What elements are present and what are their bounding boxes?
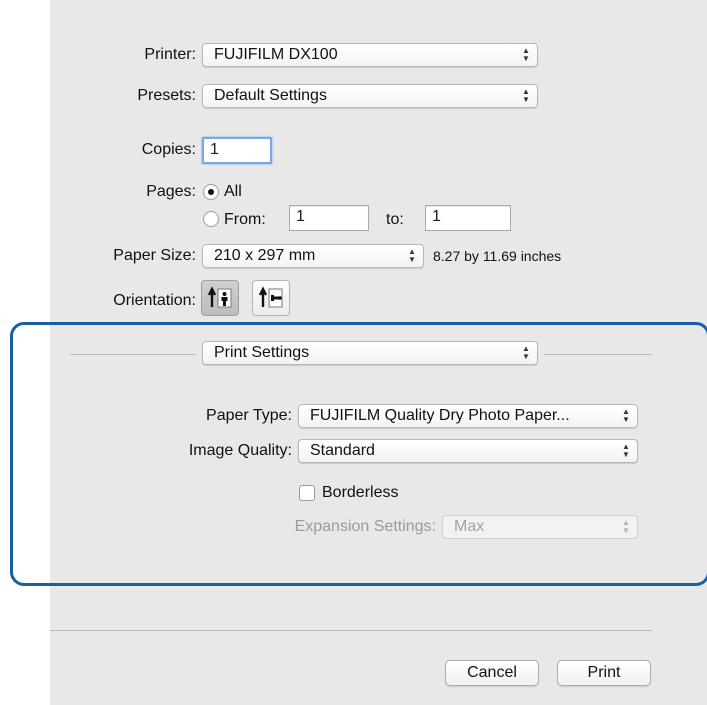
paper-type-value: FUJIFILM Quality Dry Photo Paper...	[310, 407, 570, 424]
expansion-settings-value: Max	[454, 518, 485, 535]
pages-to-label: to:	[386, 211, 404, 228]
pages-from-radio[interactable]	[203, 211, 219, 227]
print-settings-value: Print Settings	[214, 344, 310, 361]
image-quality-label: Image Quality:	[188, 442, 292, 459]
updown-arrows-icon: ▲ ▼	[408, 247, 416, 264]
paper-type-popup[interactable]: FUJIFILM Quality Dry Photo Paper... ▲ ▼	[298, 404, 638, 428]
section-separator-right	[544, 354, 652, 355]
pages-to-field[interactable]: 1	[425, 205, 511, 231]
copies-label: Copies:	[141, 141, 196, 158]
print-settings-popup[interactable]: Print Settings ▲ ▼	[202, 341, 538, 365]
printer-popup[interactable]: FUJIFILM DX100 ▲ ▼	[202, 43, 538, 67]
orientation-portrait-button[interactable]	[201, 280, 239, 316]
pages-from-label: From:	[224, 211, 266, 228]
expansion-settings-popup[interactable]: Max ▲ ▼	[442, 515, 638, 539]
presets-popup[interactable]: Default Settings ▲ ▼	[202, 84, 538, 108]
printer-value: FUJIFILM DX100	[214, 46, 338, 63]
orientation-landscape-button[interactable]	[252, 280, 290, 316]
paper-size-popup[interactable]: 210 x 297 mm ▲ ▼	[202, 244, 424, 268]
image-quality-popup[interactable]: Standard ▲ ▼	[298, 439, 638, 463]
paper-size-label: Paper Size:	[113, 247, 196, 264]
print-button[interactable]: Print	[557, 660, 651, 686]
cancel-button[interactable]: Cancel	[445, 660, 539, 686]
pages-all-radio[interactable]	[203, 184, 219, 200]
pages-from-field[interactable]: 1	[289, 205, 369, 231]
presets-label: Presets:	[137, 87, 196, 104]
copies-field[interactable]: 1	[202, 137, 272, 164]
borderless-checkbox[interactable]	[299, 485, 315, 501]
updown-arrows-icon: ▲ ▼	[522, 87, 530, 104]
portrait-orientation-icon	[207, 286, 232, 308]
pages-label: Pages:	[146, 183, 196, 200]
pages-all-label: All	[224, 183, 242, 200]
paper-size-value: 210 x 297 mm	[214, 247, 316, 264]
presets-value: Default Settings	[214, 87, 327, 104]
image-quality-value: Standard	[310, 442, 375, 459]
paper-dimensions-text: 8.27 by 11.69 inches	[433, 248, 562, 264]
updown-arrows-icon: ▲ ▼	[622, 442, 630, 459]
printer-label: Printer:	[144, 46, 196, 63]
paper-type-label: Paper Type:	[206, 407, 292, 424]
updown-arrows-icon: ▲ ▼	[522, 344, 530, 361]
expansion-settings-label: Expansion Settings:	[294, 518, 436, 535]
updown-arrows-icon: ▲ ▼	[622, 407, 630, 424]
section-separator-left	[70, 354, 196, 355]
updown-arrows-icon: ▲ ▼	[522, 46, 530, 63]
updown-arrows-icon: ▲ ▼	[622, 518, 630, 535]
landscape-orientation-icon	[258, 286, 283, 308]
bottom-separator	[50, 630, 652, 631]
borderless-label: Borderless	[322, 484, 399, 501]
orientation-label: Orientation:	[113, 292, 196, 309]
